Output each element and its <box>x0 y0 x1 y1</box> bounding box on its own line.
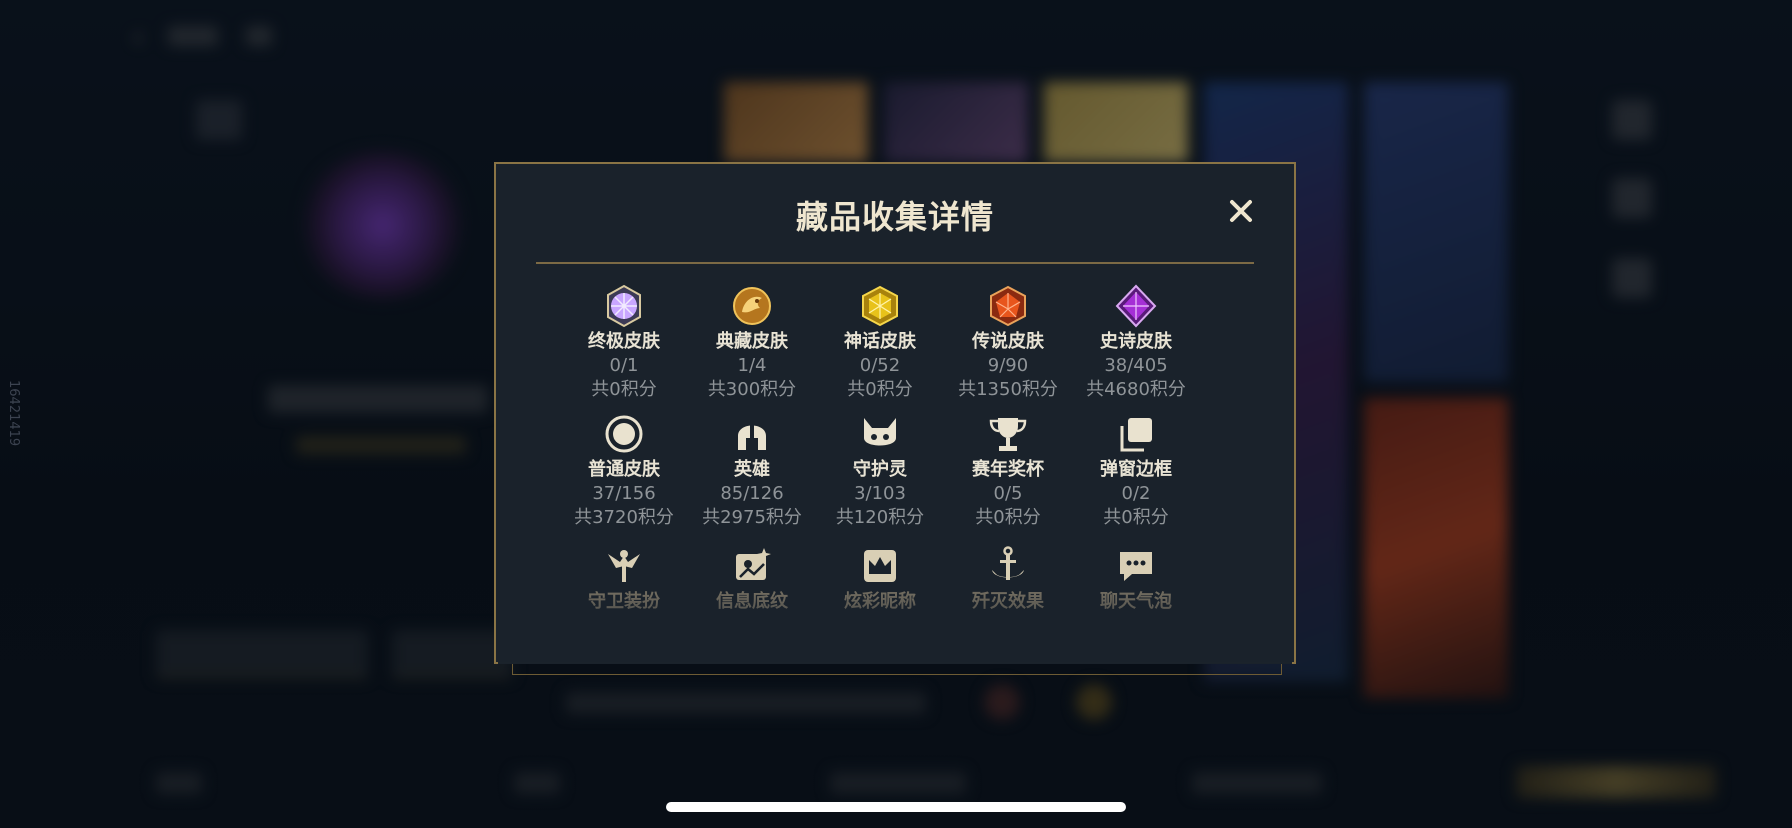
item-points: 共0积分 <box>847 379 913 400</box>
item-name: 守卫装扮 <box>588 591 660 612</box>
collection-item-epic[interactable]: 史诗皮肤 38/405 共4680积分 <box>1072 284 1200 402</box>
item-name: 史诗皮肤 <box>1100 331 1172 352</box>
collection-details-modal: 藏品收集详情 终极皮肤 0/1 共0积分 典藏皮肤 1/4 共300积分 神话皮… <box>494 162 1296 664</box>
item-name: 英雄 <box>734 459 770 480</box>
collection-item-chat-bubbles[interactable]: 聊天气泡 <box>1072 544 1200 614</box>
item-name: 赛年奖杯 <box>972 459 1044 480</box>
collection-item-frames[interactable]: 弹窗边框 0/2 共0积分 <box>1072 412 1200 530</box>
modal-title: 藏品收集详情 <box>795 198 994 236</box>
item-name: 典藏皮肤 <box>716 331 788 352</box>
item-name: 信息底纹 <box>716 591 788 612</box>
chat-bubble-icon <box>1120 552 1152 581</box>
item-name: 弹窗边框 <box>1100 459 1172 480</box>
item-points: 共3720积分 <box>574 507 674 528</box>
item-name: 传说皮肤 <box>972 331 1044 352</box>
dragon-emblem-icon <box>733 287 771 325</box>
collection-item-companions[interactable]: 守护灵 3/103 共120积分 <box>816 412 944 530</box>
item-count: 38/405 <box>1104 355 1168 376</box>
title-divider <box>536 262 1254 264</box>
item-count: 0/2 <box>1121 483 1151 504</box>
item-name: 炫彩昵称 <box>844 591 916 612</box>
item-count: 9/90 <box>987 355 1029 376</box>
frame-stack-icon <box>1120 418 1152 452</box>
item-points: 共1350积分 <box>958 379 1058 400</box>
home-indicator[interactable] <box>666 802 1126 812</box>
item-count: 85/126 <box>720 483 784 504</box>
item-name: 普通皮肤 <box>588 459 660 480</box>
item-points: 共120积分 <box>835 507 925 528</box>
item-name: 守护灵 <box>853 459 907 480</box>
collection-item-prestige[interactable]: 典藏皮肤 1/4 共300积分 <box>688 284 816 402</box>
item-name: 终极皮肤 <box>588 331 660 352</box>
collection-item-mythic[interactable]: 神话皮肤 0/52 共0积分 <box>816 284 944 402</box>
item-count: 0/52 <box>859 355 901 376</box>
collection-item-trophies[interactable]: 赛年奖杯 0/5 共0积分 <box>944 412 1072 530</box>
ward-icon <box>608 550 640 582</box>
trophy-icon <box>989 418 1027 451</box>
close-button[interactable] <box>1224 194 1258 228</box>
item-count: 0/1 <box>609 355 639 376</box>
close-icon <box>1230 200 1252 222</box>
item-points: 共0积分 <box>1103 507 1169 528</box>
collection-item-classic[interactable]: 普通皮肤 37/156 共3720积分 <box>560 412 688 530</box>
collection-item-nicknames[interactable]: 炫彩昵称 <box>816 544 944 614</box>
item-name: 神话皮肤 <box>844 331 916 352</box>
item-count: 1/4 <box>737 355 767 376</box>
helmet-icon <box>738 424 766 450</box>
item-name: 歼灭效果 <box>972 591 1044 612</box>
anchor-icon <box>992 546 1024 580</box>
item-points: 共300积分 <box>707 379 797 400</box>
ultimate-gem-icon <box>607 284 641 328</box>
collection-item-champions[interactable]: 英雄 85/126 共2975积分 <box>688 412 816 530</box>
collection-item-finisher[interactable]: 歼灭效果 <box>944 544 1072 614</box>
item-points: 共0积分 <box>975 507 1041 528</box>
item-points: 共4680积分 <box>1086 379 1186 400</box>
side-id: 16421419 <box>6 380 21 447</box>
collection-item-legendary[interactable]: 传说皮肤 9/90 共1350积分 <box>944 284 1072 402</box>
item-points: 共0积分 <box>591 379 657 400</box>
pet-icon <box>864 418 896 446</box>
crown-card-icon <box>864 550 896 582</box>
collection-item-ultimate[interactable]: 终极皮肤 0/1 共0积分 <box>560 284 688 402</box>
item-name: 聊天气泡 <box>1100 591 1172 612</box>
item-points: 共2975积分 <box>702 507 802 528</box>
collection-item-wards[interactable]: 守卫装扮 <box>560 544 688 614</box>
item-count: 0/5 <box>993 483 1023 504</box>
banner-icon <box>736 548 771 580</box>
collection-item-banners[interactable]: 信息底纹 <box>688 544 816 614</box>
epic-gem-icon <box>1115 284 1157 328</box>
item-count: 37/156 <box>592 483 656 504</box>
item-count: 3/103 <box>854 483 906 504</box>
legendary-gem-icon <box>990 285 1026 327</box>
mythic-gem-icon <box>862 285 898 327</box>
circle-icon <box>605 415 643 453</box>
